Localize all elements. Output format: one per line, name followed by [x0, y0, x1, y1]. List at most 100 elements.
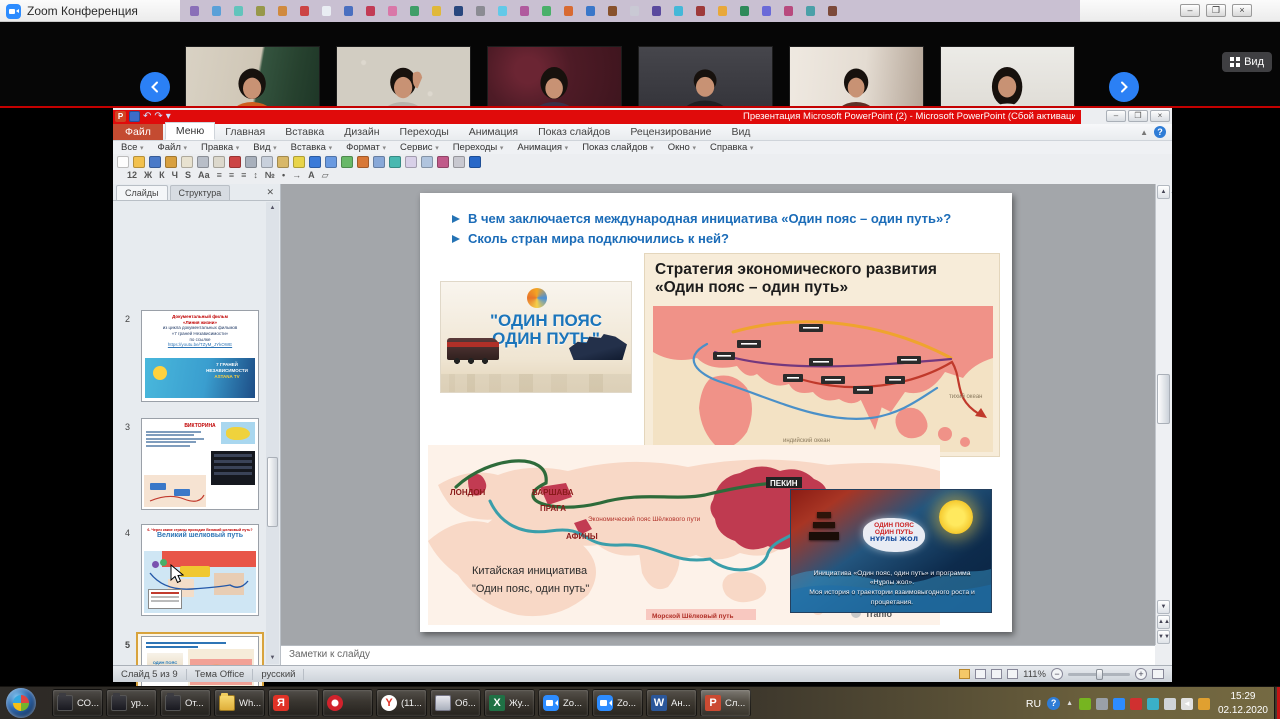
insert-picture-icon[interactable] — [341, 156, 353, 168]
scroll-up-icon[interactable]: ▲ — [1157, 185, 1170, 199]
taskbar-item-folder-2[interactable]: ур... — [106, 689, 157, 717]
opera-tray-icon[interactable] — [1130, 698, 1142, 710]
download-tray-icon[interactable] — [1198, 698, 1210, 710]
taskbar-item-folder-4[interactable]: Wh... — [214, 689, 265, 717]
help-tray-icon[interactable]: ? — [1047, 697, 1060, 710]
tab-home[interactable]: Главная — [215, 124, 275, 140]
tab-menu[interactable]: Меню — [165, 122, 215, 140]
slideshow-view-icon[interactable] — [1007, 669, 1018, 679]
taskbar-item-excel[interactable]: XЖу... — [484, 689, 535, 717]
font-color-icon[interactable]: А — [308, 170, 315, 181]
copy-icon[interactable] — [261, 156, 273, 168]
tab-insert[interactable]: Вставка — [275, 124, 334, 140]
save-icon[interactable] — [149, 156, 161, 168]
font-size-icon[interactable]: 12 — [127, 170, 137, 181]
zoom-minimize-button[interactable]: – — [1180, 4, 1200, 17]
ppt-close-button[interactable]: × — [1150, 110, 1170, 122]
menu-file[interactable]: Файл ▾ — [158, 142, 188, 153]
slide-canvas[interactable]: В чем заключается международная инициати… — [420, 193, 1012, 632]
menu-format[interactable]: Формат ▾ — [346, 142, 386, 153]
taskbar-item-yandex[interactable]: Y(11... — [376, 689, 427, 717]
zoom-out-icon[interactable]: − — [1051, 668, 1063, 680]
line-spacing-icon[interactable]: ↕ — [253, 170, 258, 181]
sync-tray-icon[interactable] — [1147, 698, 1159, 710]
menu-help[interactable]: Справка ▾ — [710, 142, 753, 153]
taskbar-item-opera[interactable] — [322, 689, 373, 717]
taskbar-item-folder-3[interactable]: От... — [160, 689, 211, 717]
show-hidden-icons[interactable]: ▲ — [1066, 700, 1073, 707]
taskbar-item-scanner[interactable]: Об... — [430, 689, 481, 717]
undo-icon[interactable] — [309, 156, 321, 168]
insert-table-icon[interactable] — [373, 156, 385, 168]
scroll-down-icon[interactable]: ▼ — [266, 652, 279, 664]
print-preview-icon[interactable] — [213, 156, 225, 168]
slide-thumbnail-4[interactable]: 6. Через какие страны проходил Великий ш… — [141, 524, 259, 616]
menu-window[interactable]: Окно ▾ — [668, 142, 696, 153]
zoom-tool-icon[interactable] — [453, 156, 465, 168]
main-scrollbar[interactable]: ▲ ▼ ▲▲ ▼▼ — [1155, 184, 1171, 645]
taskbar-item-word[interactable]: WАн... — [646, 689, 697, 717]
menu-edit[interactable]: Правка ▾ — [201, 142, 239, 153]
zoom-slider[interactable] — [1068, 673, 1130, 676]
language-indicator[interactable]: RU — [1026, 698, 1041, 710]
zoom-restore-button[interactable]: ❐ — [1206, 4, 1226, 17]
fit-to-window-icon[interactable] — [1152, 669, 1164, 679]
zoom-in-icon[interactable]: + — [1135, 668, 1147, 680]
tab-transitions[interactable]: Переходы — [390, 124, 459, 140]
zoom-slider-thumb[interactable] — [1096, 669, 1103, 680]
quick-styles-icon[interactable]: ▱ — [322, 170, 329, 181]
nvidia-tray-icon[interactable] — [1079, 698, 1091, 710]
format-painter-icon[interactable] — [293, 156, 305, 168]
print-icon[interactable] — [197, 156, 209, 168]
paste-icon[interactable] — [277, 156, 289, 168]
taskbar-item-yandex-browser[interactable]: Я — [268, 689, 319, 717]
spelling-icon[interactable] — [229, 156, 241, 168]
insert-smartart-icon[interactable] — [389, 156, 401, 168]
network-tray-icon[interactable] — [1096, 698, 1108, 710]
powerpoint-logo-icon[interactable]: P — [115, 111, 126, 122]
tab-outline-panel[interactable]: Структура — [170, 185, 231, 200]
shadow-icon[interactable]: S — [185, 170, 191, 181]
taskbar-item-powerpoint[interactable]: PСл... — [700, 689, 751, 717]
underline-icon[interactable]: Ч — [172, 170, 178, 181]
menu-tools[interactable]: Сервис ▾ — [400, 142, 439, 153]
menu-animation[interactable]: Анимация ▾ — [517, 142, 568, 153]
bullets-icon[interactable]: • — [282, 170, 285, 181]
align-left-icon[interactable]: ≡ — [217, 170, 222, 181]
menu-transitions[interactable]: Переходы ▾ — [453, 142, 504, 153]
tab-review[interactable]: Рецензирование — [620, 124, 721, 140]
normal-view-icon[interactable] — [959, 669, 970, 679]
help-icon[interactable] — [469, 156, 481, 168]
main-scrollbar-thumb[interactable] — [1157, 374, 1170, 424]
permissions-icon[interactable] — [165, 156, 177, 168]
taskbar-item-zoom-1[interactable]: Zo... — [538, 689, 589, 717]
next-participants-button[interactable] — [1109, 72, 1139, 102]
status-language[interactable]: русский — [253, 669, 304, 680]
align-right-icon[interactable]: ≡ — [241, 170, 246, 181]
menu-slideshow[interactable]: Показ слайдов ▾ — [582, 142, 654, 153]
notes-pane[interactable]: Заметки к слайду — [281, 645, 1155, 665]
volume-tray-icon[interactable]: ◄ — [1181, 698, 1193, 710]
numbering-icon[interactable]: № — [265, 170, 275, 181]
layout-icon[interactable] — [421, 156, 433, 168]
new-slide-icon[interactable] — [405, 156, 417, 168]
save-icon[interactable] — [129, 111, 140, 122]
panel-scrollbar[interactable]: ▲ ▼ — [266, 202, 279, 664]
tab-design[interactable]: Дизайн — [334, 124, 389, 140]
open-icon[interactable] — [133, 156, 145, 168]
ribbon-help-icon[interactable]: ? — [1154, 126, 1166, 138]
previous-slide-button[interactable]: ▲▲ — [1157, 615, 1170, 629]
undo-icon[interactable]: ↶ — [143, 111, 151, 122]
scroll-up-icon[interactable]: ▲ — [266, 202, 279, 214]
tab-slides-panel[interactable]: Слайды — [116, 185, 168, 200]
tab-animations[interactable]: Анимация — [459, 124, 528, 140]
zoom-view-button[interactable]: Вид — [1222, 52, 1272, 72]
taskbar-item-zoom-2[interactable]: Zo... — [592, 689, 643, 717]
ppt-minimize-button[interactable]: – — [1106, 110, 1126, 122]
increase-indent-icon[interactable]: → — [292, 170, 301, 181]
email-icon[interactable] — [181, 156, 193, 168]
tab-slideshow[interactable]: Показ слайдов — [528, 124, 620, 140]
new-icon[interactable] — [117, 156, 129, 168]
italic-icon[interactable]: К — [159, 170, 165, 181]
redo-icon[interactable]: ↷ — [154, 111, 162, 122]
